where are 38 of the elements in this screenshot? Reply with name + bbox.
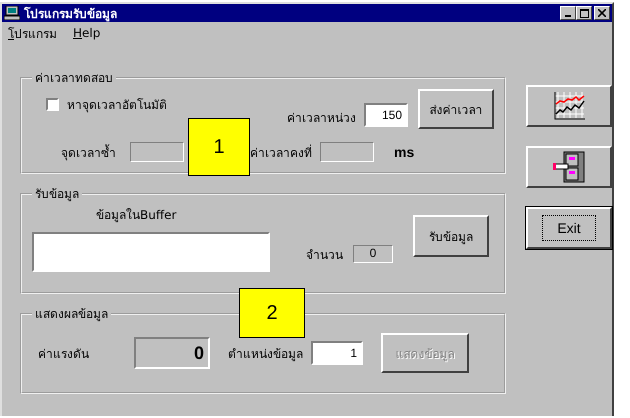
checkbox[interactable] <box>46 98 59 111</box>
delay-field[interactable]: 150 <box>364 103 408 127</box>
position-label: ตำแหน่งข้อมูล <box>228 346 303 362</box>
voltage-field: 0 <box>134 337 210 369</box>
minimize-button[interactable] <box>560 6 576 20</box>
delay-label: ค่าเวลาหน่วง <box>287 110 356 127</box>
exit-button[interactable]: Exit <box>526 207 612 249</box>
buffer-field[interactable] <box>32 232 270 272</box>
group-title: ค่าเวลาทดสอบ <box>34 70 114 87</box>
count-label: จำนวน <box>306 247 343 264</box>
file-button[interactable] <box>526 146 612 188</box>
repeat-point-field <box>130 142 184 162</box>
repeat-point-label: จุดเวลาซ้ำ <box>60 143 116 162</box>
window-title: โปรแกรมรับข้อมูล <box>24 6 118 22</box>
group-title: แสดงผลข้อมูล <box>34 306 109 323</box>
callout-label: 1 <box>188 118 250 176</box>
unit-label: ms <box>394 144 414 160</box>
maximize-icon <box>580 8 588 18</box>
checkbox-label: หาจุดเวลาอัตโนมัติ <box>67 97 167 114</box>
constant-field <box>320 142 374 162</box>
count-field: 0 <box>353 245 393 263</box>
group-title: รับข้อมูล <box>34 186 80 203</box>
close-button[interactable] <box>594 6 610 20</box>
constant-label: ค่าเวลาคงที่ <box>250 144 312 162</box>
chart-button[interactable] <box>526 85 612 127</box>
voltage-label: ค่าแรงดัน <box>38 346 90 362</box>
file-cabinet-icon <box>552 150 586 184</box>
send-time-button[interactable]: ส่งค่าเวลา <box>418 89 494 129</box>
menu-item[interactable]: โปรแกรม <box>8 24 57 42</box>
line-chart-icon <box>552 90 586 122</box>
buffer-label: ข้อมูลในBuffer <box>96 207 178 224</box>
maximize-button[interactable] <box>576 6 592 20</box>
computer-icon <box>4 6 20 20</box>
callout-label: 2 <box>239 288 305 338</box>
position-field[interactable]: 1 <box>311 341 363 365</box>
close-icon <box>598 9 606 17</box>
receive-button[interactable]: รับข้อมูล <box>413 215 489 257</box>
menu-item[interactable]: Help <box>73 26 100 40</box>
